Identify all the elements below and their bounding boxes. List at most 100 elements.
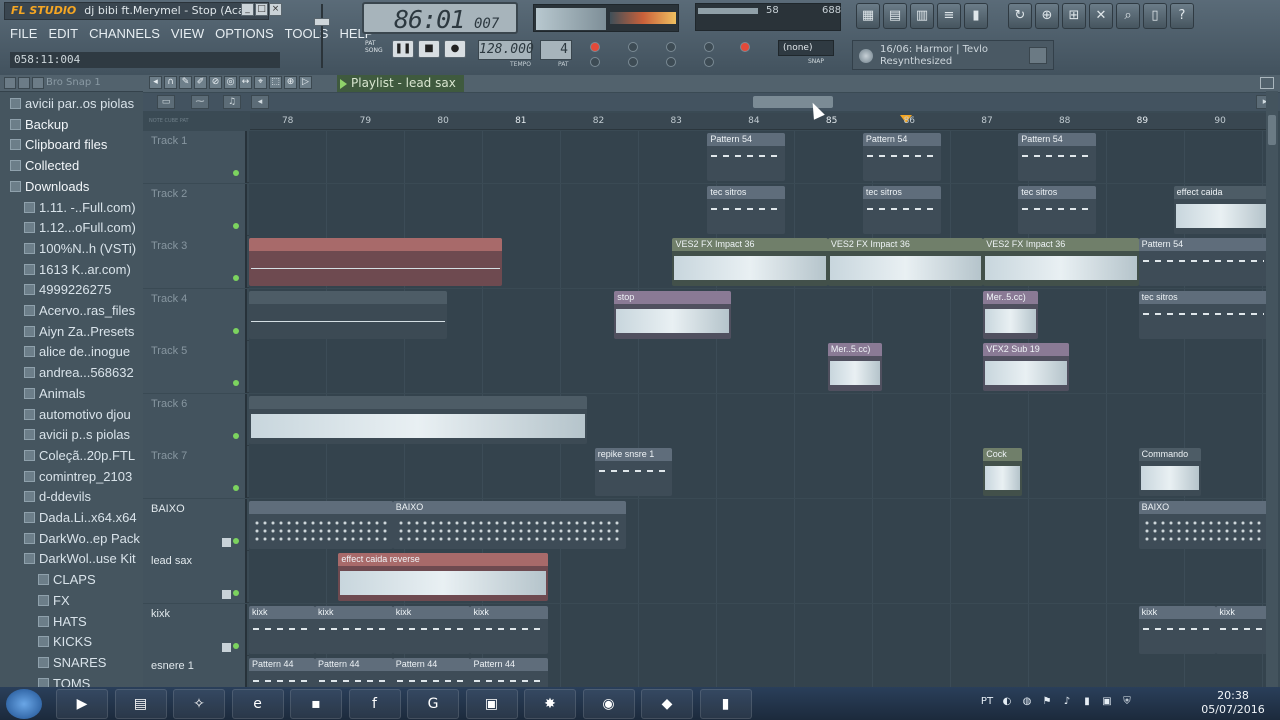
browser-item[interactable]: 1613 K..ar.com) <box>24 260 143 280</box>
track-lane[interactable] <box>249 393 1270 446</box>
browser-item[interactable]: KICKS <box>38 632 143 652</box>
playlist-clip[interactable]: VES2 FX Impact 36 <box>672 238 828 286</box>
browser-item[interactable]: Collected <box>10 156 143 176</box>
browser-item[interactable]: alice de..inogue <box>24 342 143 362</box>
pattern-song-mode[interactable]: PAT SONG <box>365 40 383 54</box>
file-explorer-icon[interactable]: ▤ <box>114 689 167 719</box>
tempo-display[interactable]: 128.000 <box>478 40 534 60</box>
playlist-clip[interactable] <box>249 500 393 549</box>
track-lane[interactable]: Mer..5.cc) VFX2 Sub 19 <box>249 341 1270 393</box>
taskbar-clock[interactable]: 20:38 05/07/2016 <box>1200 689 1266 717</box>
playlist-clip[interactable]: tec sitros <box>707 185 786 234</box>
menu-item-channels[interactable]: CHANNELS <box>89 26 160 41</box>
track-header[interactable]: Track 1 <box>143 131 247 183</box>
playlist-clip[interactable]: effect caida <box>1173 185 1268 234</box>
track-header[interactable]: Track 7 <box>143 446 247 498</box>
metronome-icon[interactable] <box>590 57 600 67</box>
playlist-clip[interactable]: VES2 FX Impact 36 <box>983 238 1139 286</box>
track-header[interactable]: Track 6 <box>143 393 247 446</box>
scroll-left-icon[interactable]: ◂ <box>251 95 269 109</box>
track-header[interactable]: lead sax <box>143 551 247 603</box>
game-icon[interactable]: ✸ <box>524 689 576 719</box>
browser-item[interactable]: 4999226275 <box>24 280 143 300</box>
tray-shield-icon[interactable]: ⛨ <box>1120 695 1134 709</box>
track-header[interactable]: kixk <box>143 603 247 656</box>
browser-back-icon[interactable] <box>18 77 30 89</box>
chrome-icon[interactable]: ◉ <box>582 689 635 719</box>
snap-selector[interactable]: (none) <box>778 40 834 56</box>
fader-handle[interactable] <box>314 18 330 26</box>
mute-tool-icon[interactable]: ◎ <box>224 76 237 89</box>
playlist-clip[interactable] <box>249 290 448 339</box>
lock-icon[interactable] <box>222 537 231 547</box>
loop-record-icon[interactable] <box>704 42 714 52</box>
audio-picker-icon[interactable]: ♫ <box>223 95 241 109</box>
document-icon[interactable]: ▯ <box>1143 3 1167 29</box>
tray-monitor-icon[interactable]: ▣ <box>1100 695 1114 709</box>
track-header[interactable]: BAIXO <box>143 498 247 551</box>
paint-tool-icon[interactable]: ✐ <box>194 76 207 89</box>
save-icon[interactable]: ⊕ <box>1035 3 1059 29</box>
master-volume-fader[interactable] <box>314 4 330 68</box>
browser-item[interactable]: CLAPS <box>38 570 143 590</box>
browser-item[interactable]: DarkWol..use Kit <box>24 549 143 569</box>
playlist-clip[interactable]: kixk <box>1216 605 1268 654</box>
playlist-options-icon[interactable]: ◂ <box>149 76 162 89</box>
slice-tool-icon[interactable]: ⌖ <box>254 76 267 89</box>
timeline-ruler[interactable]: 78 79 80 81 82 83 84 85 86 87 88 89 90 <box>250 113 1270 130</box>
browser-item[interactable]: comintrep_2103 <box>24 467 143 487</box>
track-header[interactable]: Track 4 <box>143 288 247 341</box>
track-mute-led[interactable] <box>233 590 239 596</box>
playlist-clip[interactable]: Cock <box>983 448 1023 496</box>
lock-icon[interactable] <box>222 590 231 599</box>
start-button[interactable] <box>6 689 42 719</box>
step-edit-icon[interactable] <box>628 42 638 52</box>
tray-app-icon[interactable]: ◐ <box>1000 695 1014 709</box>
tool-icon[interactable]: ✧ <box>173 689 225 719</box>
track-header[interactable]: Track 2 <box>143 183 247 236</box>
maximize-playlist-icon[interactable] <box>1260 77 1274 89</box>
playlist-clip[interactable]: kixk <box>470 605 549 654</box>
pattern-picker-icon[interactable]: ⁓ <box>191 95 209 109</box>
track-mute-led[interactable] <box>233 432 239 439</box>
slip-tool-icon[interactable]: ↔ <box>239 76 252 89</box>
menu-item-edit[interactable]: EDIT <box>48 26 78 41</box>
picker-panel-icon[interactable]: ▭ <box>157 95 175 109</box>
search-icon[interactable]: ⌕ <box>1116 3 1140 29</box>
volume-icon[interactable]: ♪ <box>1060 695 1074 709</box>
playlist-clip[interactable]: BAIXO <box>392 500 626 549</box>
media-player-icon[interactable]: ▶ <box>56 689 108 719</box>
piano-roll-button[interactable]: ▥ <box>910 3 934 29</box>
record-button[interactable]: ● <box>444 40 466 58</box>
language-indicator[interactable]: PT <box>980 695 994 709</box>
help-icon[interactable]: ? <box>1170 3 1194 29</box>
menu-item-view[interactable]: VIEW <box>171 26 204 41</box>
track-mute-led[interactable] <box>233 275 239 281</box>
browser-collapse-icon[interactable] <box>32 77 44 89</box>
playlist-clip[interactable]: BAIXO <box>1138 500 1268 549</box>
mode-pat[interactable]: PAT <box>365 40 383 47</box>
draw-tool-icon[interactable]: ✎ <box>179 76 192 89</box>
browser-item[interactable]: DarkWo..ep Pack <box>24 529 143 549</box>
playlist-clip[interactable]: tec sitros <box>1138 290 1268 339</box>
record-audio-icon[interactable]: ⊞ <box>1062 3 1086 29</box>
track-lane[interactable]: tec sitros tec sitros tec sitros effect cai… <box>249 183 1270 236</box>
playlist-clip[interactable]: Mer..5.cc) <box>983 290 1038 339</box>
browser-item[interactable]: FX <box>38 591 143 611</box>
track-mute-led[interactable] <box>233 327 239 334</box>
browser-item[interactable]: Aiyn Za..Presets <box>24 322 143 342</box>
playlist-clip[interactable] <box>249 395 587 444</box>
terminal-icon[interactable]: ▪ <box>290 689 342 719</box>
blend-icon[interactable] <box>666 42 676 52</box>
playlist-clip[interactable]: Pattern 54 <box>1018 133 1096 181</box>
playlist-window-button[interactable]: ▦ <box>856 3 880 29</box>
browser-item[interactable]: Backup <box>10 115 143 135</box>
record-mode-icon[interactable] <box>590 42 600 52</box>
pattern-number[interactable]: 4 <box>540 40 572 60</box>
select-tool-icon[interactable]: ⬚ <box>269 76 282 89</box>
countdown-icon[interactable] <box>740 42 750 52</box>
playlist-clip[interactable]: Pattern 54 <box>862 133 941 181</box>
playlist-clip[interactable]: Commando <box>1138 448 1201 496</box>
browser-item[interactable]: Acervo..ras_files <box>24 301 143 321</box>
presentation-icon[interactable]: ▮ <box>699 689 752 719</box>
